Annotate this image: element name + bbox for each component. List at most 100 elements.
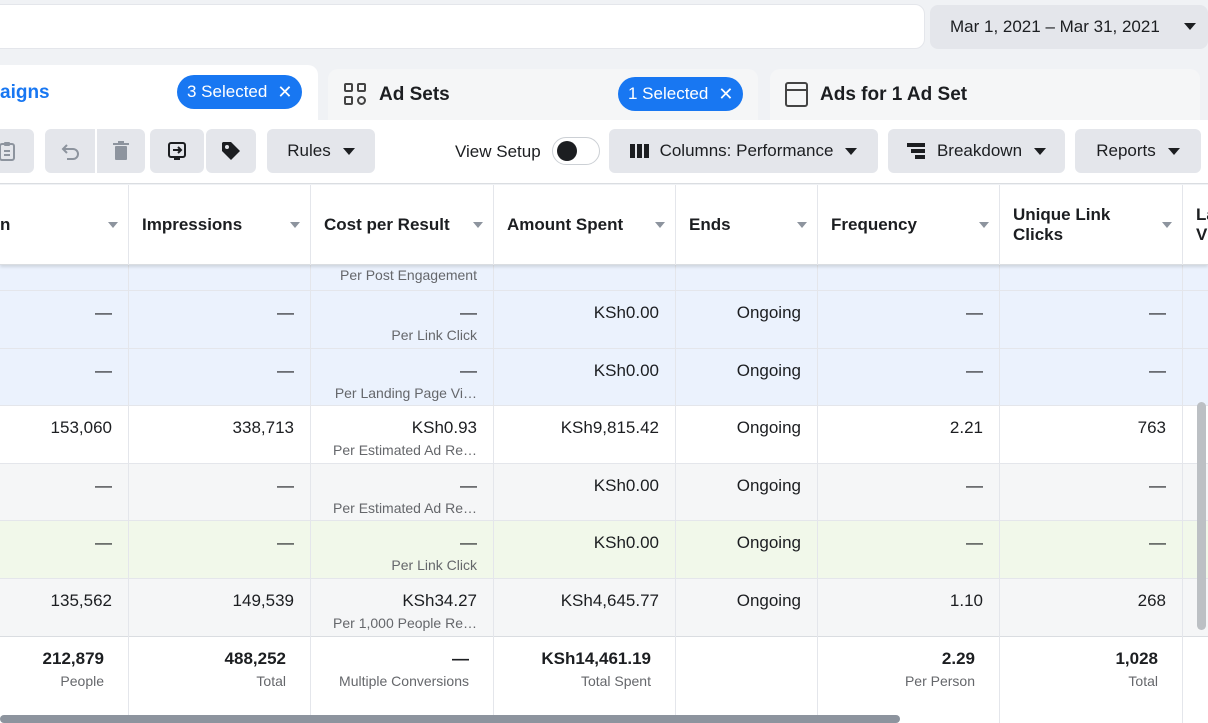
delete-button[interactable] (97, 129, 145, 173)
cell-value: 153,060 (50, 418, 112, 437)
export-icon (168, 142, 186, 160)
table-cell-c0: 135,562 (0, 591, 128, 611)
cell-value: KSh0.00 (593, 303, 659, 322)
table-cell-ends: Ongoing (675, 591, 817, 611)
cell-value: — (277, 533, 294, 552)
table-cell-spent: KSh0.00 (493, 303, 675, 323)
cell-subtext: Per Landing Page Vi… (334, 385, 477, 401)
table-cell-cost: KSh34.27 Per 1,000 People Re… (310, 591, 493, 631)
campaigns-selected-count: 3 Selected (187, 82, 268, 101)
cell-subtext: Per Post Engagement (340, 267, 477, 283)
table-cell-frequency: 1.10 (817, 591, 999, 611)
total-subtext: Multiple Conversions (339, 673, 469, 689)
cell-value: Ongoing (736, 591, 801, 610)
reports-button[interactable]: Reports (1075, 129, 1201, 173)
table-row[interactable]: Per Post Engagement (0, 265, 1208, 290)
close-icon[interactable]: ✕ (718, 85, 733, 103)
undo-icon (61, 144, 79, 160)
cell-value: 763 (1137, 418, 1166, 437)
table-cell-c0: 153,060 (0, 418, 128, 438)
cell-value: KSh4,645.77 (560, 591, 659, 610)
table-cell-ulc: — (999, 476, 1182, 496)
cell-subtext: Per Link Click (391, 557, 477, 573)
table-row[interactable]: 135,562 149,539 KSh34.27 Per 1,000 People R… (0, 578, 1208, 636)
table-cell-c0: — (0, 361, 128, 381)
column-header-impressions[interactable]: Impressions (128, 185, 310, 265)
table-row[interactable]: — — — Per Estimated Ad Re… KSh0.00 Ongoing — — (0, 463, 1208, 520)
column-divider (493, 265, 494, 723)
total-subtext: Total Spent (580, 673, 651, 689)
columns-label: Columns: Performance (659, 141, 834, 160)
column-header-amount-spent[interactable]: Amount Spent (493, 185, 675, 265)
column-header-unique-link-clicks[interactable]: Unique Link Clicks (999, 185, 1182, 265)
duplicate-button[interactable] (0, 129, 34, 173)
column-header-reach[interactable]: n (0, 185, 128, 265)
cell-value: KSh0.00 (593, 476, 659, 495)
date-range-label: Mar 1, 2021 – Mar 31, 2021 (950, 17, 1160, 36)
table-cell-impressions: — (128, 361, 310, 381)
column-header-landing-page-views[interactable]: La Vi (1182, 185, 1208, 265)
caret-down-icon (1184, 23, 1196, 30)
column-divider (675, 265, 676, 723)
table-row[interactable]: — — — Per Landing Page Vi… KSh0.00 Ongoing — — (0, 348, 1208, 405)
total-value: — (452, 649, 469, 668)
vertical-scrollbar[interactable] (1197, 402, 1206, 630)
columns-button[interactable]: Columns: Performance (609, 129, 878, 173)
breakdown-button[interactable]: Breakdown (888, 129, 1065, 173)
column-header-label: Unique Link Clicks (1013, 205, 1111, 244)
total-value: 2.29 (941, 649, 975, 668)
sort-caret-icon (108, 222, 118, 228)
tag-button[interactable] (206, 129, 256, 173)
column-header-cost-per-result[interactable]: Cost per Result (310, 185, 493, 265)
column-divider (310, 265, 311, 723)
clipboard-icon (0, 142, 15, 161)
table-row[interactable]: 153,060 338,713 KSh0.93 Per Estimated Ad Re… (0, 405, 1208, 463)
view-setup-label: View Setup (455, 142, 541, 161)
totals-row: 212,879 People 488,252 Total — Multiple Conve… (0, 636, 1208, 723)
cell-value: 135,562 (50, 591, 112, 610)
table-row[interactable]: — — — Per Link Click KSh0.00 Ongoing — — (0, 290, 1208, 348)
table-cell-ulc: — (999, 361, 1182, 381)
cell-value: — (966, 533, 983, 552)
results-table: n Impressions Cost per Result Amount Spe… (0, 185, 1208, 723)
table-cell-spent: KSh4,645.77 (493, 591, 675, 611)
table-cell-spent: KSh0.00 (493, 361, 675, 381)
total-cell-ulc: 1,028 Total (999, 649, 1174, 689)
rules-button[interactable]: Rules (267, 129, 375, 173)
export-button[interactable] (150, 129, 204, 173)
campaigns-selected-pill[interactable]: 3 Selected ✕ (177, 75, 303, 109)
table-cell-frequency: — (817, 303, 999, 323)
cell-value: — (95, 361, 112, 380)
tab-campaigns[interactable]: aigns 3 Selected ✕ (0, 65, 318, 125)
column-header-label: Cost per Result (324, 215, 450, 234)
table-cell-frequency: 2.21 (817, 418, 999, 438)
total-subtext: People (60, 673, 104, 689)
date-range-picker[interactable]: Mar 1, 2021 – Mar 31, 2021 (930, 5, 1208, 49)
table-cell-c0: — (0, 303, 128, 323)
cell-value: — (95, 303, 112, 322)
trash-icon (113, 141, 129, 160)
cell-value: Ongoing (736, 476, 801, 495)
cell-value: — (277, 476, 294, 495)
total-cell-c0: 212,879 People (0, 649, 120, 689)
cell-value: KSh34.27 (402, 591, 477, 610)
column-header-frequency[interactable]: Frequency (817, 185, 999, 265)
table-cell-ulc: 763 (999, 418, 1182, 438)
total-value: 212,879 (42, 649, 104, 668)
table-row[interactable]: — — — Per Link Click KSh0.00 Ongoing — — (0, 520, 1208, 578)
table-cell-ends: Ongoing (675, 533, 817, 553)
total-cell-cost: — Multiple Conversions (310, 649, 485, 689)
search-bar[interactable] (0, 4, 925, 49)
table-cell-impressions: 338,713 (128, 418, 310, 438)
cell-value: KSh0.00 (593, 361, 659, 380)
total-cell-spent: KSh14,461.19 Total Spent (493, 649, 667, 689)
ad-sets-selected-pill[interactable]: 1 Selected ✕ (618, 77, 744, 111)
column-header-ends[interactable]: Ends (675, 185, 817, 265)
close-icon[interactable]: ✕ (277, 83, 292, 101)
table-cell-impressions: 149,539 (128, 591, 310, 611)
caret-down-icon (1167, 147, 1180, 155)
horizontal-scrollbar[interactable] (0, 715, 900, 723)
undo-button[interactable] (45, 129, 95, 173)
view-setup-toggle[interactable] (552, 137, 600, 165)
cell-value: — (277, 303, 294, 322)
